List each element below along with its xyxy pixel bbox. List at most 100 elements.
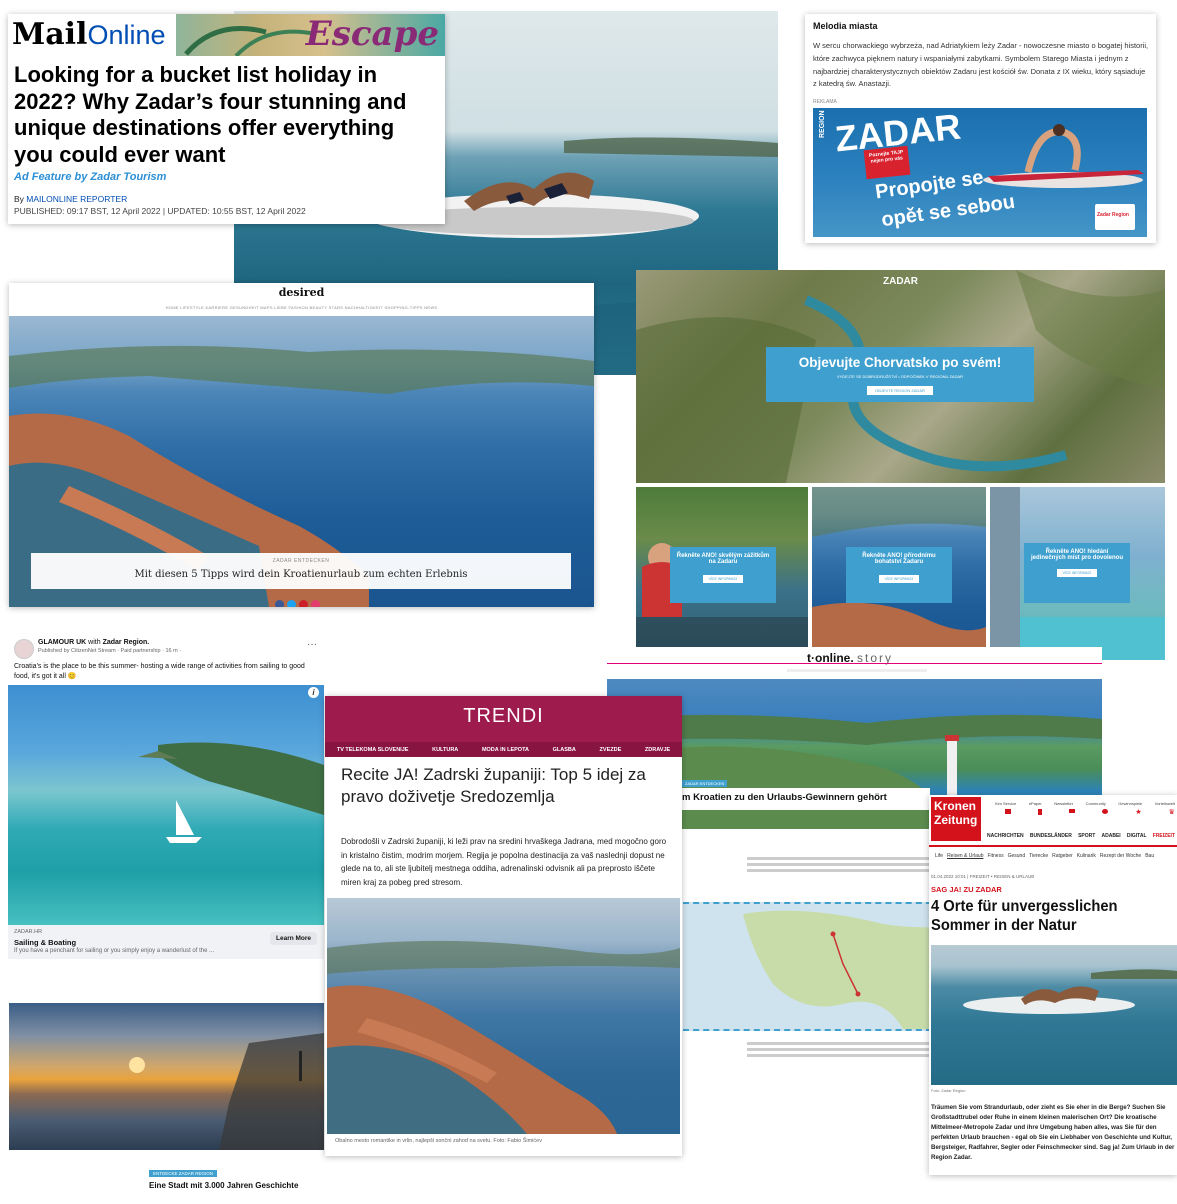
sunset-badge: ENTDECKE ZADAR REGION bbox=[149, 1170, 218, 1177]
card-2-button[interactable]: VÍCE INFORMACÍ bbox=[878, 575, 920, 583]
krone-link-service[interactable]: Kim Service bbox=[995, 801, 1016, 806]
online-logo-light: Online bbox=[87, 20, 166, 50]
trendi-nav-zvezde[interactable]: ZVEZDE bbox=[600, 747, 622, 753]
krone-nav-sport[interactable]: SPORT bbox=[1078, 833, 1095, 839]
chorv-card-pool[interactable]: Řekněte ANO! hledání jedinečných míst pr… bbox=[990, 487, 1165, 660]
krone-nav-freizeit[interactable]: FREIZEIT bbox=[1153, 833, 1175, 839]
krone-subnav: Life Reisen & Urlaub Fitness Gesund Tier… bbox=[935, 853, 1177, 859]
sunset-sea-photo bbox=[9, 1003, 324, 1150]
card-3-box: Řekněte ANO! hledání jedinečných míst pr… bbox=[1024, 543, 1130, 603]
escape-title: Escape bbox=[305, 14, 439, 54]
trendi-article: TRENDI TV TELEKOMA SLOVENIJE KULTURA MOD… bbox=[325, 696, 682, 1156]
krone-sub-reisen[interactable]: Reisen & Urlaub bbox=[947, 853, 983, 859]
glamour-text: Croatia's is the place to be this summer… bbox=[14, 663, 305, 680]
escape-banner[interactable]: Escape bbox=[176, 14, 445, 56]
krone-headline[interactable]: 4 Orte für unvergesslichen Sommer in der… bbox=[931, 897, 1152, 935]
card-2-title: Řekněte ANO! přírodnímu bohatství Zadaru bbox=[862, 553, 936, 565]
pinterest-icon[interactable] bbox=[299, 600, 308, 607]
desired-caption: Mit diesen 5 Tipps wird dein Kroatienurl… bbox=[134, 569, 468, 580]
zadar-peninsula-photo bbox=[327, 898, 680, 1134]
ad-feature-label[interactable]: Ad Feature by Zadar Tourism bbox=[14, 171, 166, 183]
krone-sub-tierecke[interactable]: Tierecke bbox=[1029, 853, 1048, 859]
email-share-icon[interactable] bbox=[311, 600, 320, 607]
krone-sub-life[interactable]: Life bbox=[935, 853, 943, 859]
trendi-nav-moda[interactable]: MODA IN LEPOTA bbox=[482, 747, 529, 753]
byline-by: By bbox=[14, 194, 27, 204]
trendi-nav-kultura[interactable]: KULTURA bbox=[432, 747, 458, 753]
krone-sub-rezept[interactable]: Rezept der Woche bbox=[1100, 853, 1141, 859]
byline-reporter-link[interactable]: MAILONLINE REPORTER bbox=[26, 194, 127, 204]
desired-nav[interactable]: HOME LIFESTYLE KARRIERE GESUNDHEIT MAPS … bbox=[9, 305, 594, 310]
trendi-logo[interactable]: TRENDI bbox=[325, 705, 682, 728]
glamour-page-name[interactable]: GLAMOUR UK bbox=[38, 639, 86, 646]
trendi-headline[interactable]: Recite JA! Zadrski županiji: Top 5 idej … bbox=[341, 764, 671, 808]
mail-icon[interactable] bbox=[1069, 809, 1076, 813]
twitter-icon[interactable] bbox=[287, 600, 296, 607]
ad-desc: If you have a penchant for sailing or yo… bbox=[14, 948, 215, 954]
learn-more-button[interactable]: Learn More bbox=[270, 932, 318, 945]
krone-logo[interactable]: Kronen Zeitung bbox=[931, 797, 981, 841]
krone-link-community[interactable]: Community bbox=[1086, 801, 1106, 806]
krone-link-gewinnspiele[interactable]: Gewinnspiele bbox=[1118, 801, 1142, 806]
mail-headline[interactable]: Looking for a bucket list holiday in 202… bbox=[14, 62, 434, 168]
krone-logo-line-2: Zeitung bbox=[934, 813, 978, 827]
tonline-nav-line[interactable] bbox=[787, 669, 927, 672]
glamour-page-line: GLAMOUR UK with Zadar Region. bbox=[38, 639, 149, 646]
krone-link-epaper[interactable]: ePaper bbox=[1029, 801, 1042, 806]
glamour-avatar[interactable] bbox=[14, 639, 34, 659]
info-icon[interactable]: i bbox=[308, 687, 319, 698]
tonline-headline: m Kroatien zu den Urlaubs-Gewinnern gehö… bbox=[682, 792, 887, 803]
published-date: PUBLISHED: 09:17 BST, 12 April 2022 | UP… bbox=[14, 206, 306, 216]
tonline-headline-box[interactable]: m Kroatien zu den Urlaubs-Gewinnern gehö… bbox=[680, 788, 930, 810]
krone-nav-rule bbox=[929, 845, 1177, 847]
krone-sub-ratgeber[interactable]: Ratgeber bbox=[1052, 853, 1073, 859]
glamour-partner-name[interactable]: Zadar Region. bbox=[103, 639, 150, 646]
sunset-caption[interactable]: Eine Stadt mit 3.000 Jahren Geschichte bbox=[149, 1181, 298, 1190]
chorv-hero-button[interactable]: OBJEVTE REGION ZADAR bbox=[867, 386, 933, 395]
krone-nav-bundeslaender[interactable]: BUNDESLÄNDER bbox=[1030, 833, 1072, 839]
desired-logo[interactable]: desired bbox=[9, 286, 594, 299]
krone-sub-kulinarik[interactable]: Kulinarik bbox=[1077, 853, 1096, 859]
krone-nav-digital[interactable]: DIGITAL bbox=[1127, 833, 1147, 839]
chorv-card-rafting[interactable]: Řekněte ANO! skvělým zážitkům na Zadaru … bbox=[636, 487, 808, 660]
desired-caption-box[interactable]: ZADAR ENTDECKEN Mit diesen 5 Tipps wird … bbox=[31, 553, 571, 589]
card-1-title: Řekněte ANO! skvělým zážitkům na Zadaru bbox=[676, 553, 770, 565]
sailboat-photo[interactable]: i bbox=[8, 685, 324, 925]
trendi-nav-zdravje[interactable]: ZDRAVJE bbox=[645, 747, 670, 753]
more-options-icon[interactable]: ··· bbox=[307, 639, 317, 650]
zadar-logo-white: ZADAR bbox=[883, 276, 918, 287]
krone-link-vorteilswelt[interactable]: Vorteilswelt bbox=[1155, 801, 1175, 806]
tablet-icon[interactable] bbox=[1038, 809, 1043, 815]
krone-nav-nachrichten[interactable]: NACHRICHTEN bbox=[987, 833, 1024, 839]
trendi-photo-caption: Obalno mesto romantike in vrlin, najlepš… bbox=[335, 1138, 542, 1144]
mailonline-logo[interactable]: MailOnline bbox=[12, 18, 166, 52]
krone-nav-adabei[interactable]: ADABEI bbox=[1102, 833, 1121, 839]
krone-link-newsletter[interactable]: Newsletter bbox=[1054, 801, 1073, 806]
card-2-box: Řekněte ANO! přírodnímu bohatství Zadaru… bbox=[846, 547, 952, 603]
chorv-card-nature[interactable]: Řekněte ANO! přírodnímu bohatství Zadaru… bbox=[812, 487, 986, 660]
mail-logo-bold: Mail bbox=[12, 17, 88, 52]
chat-icon[interactable] bbox=[1102, 809, 1109, 814]
reklama-label: REKLAMA bbox=[813, 99, 837, 105]
facebook-icon[interactable] bbox=[275, 600, 284, 607]
tv-icon[interactable] bbox=[1005, 809, 1011, 814]
krone-top-links: Kim Service ePaper Newsletter Community … bbox=[995, 801, 1175, 806]
trendi-nav-glasba[interactable]: GLASBA bbox=[553, 747, 576, 753]
krone-date: 01.04.2022 10:01 | FREIZEIT • REISEN & U… bbox=[931, 874, 1035, 879]
trendi-nav-tv[interactable]: TV TELEKOMA SLOVENIJE bbox=[337, 747, 409, 753]
krone-top-icons: ★ ♛ bbox=[1005, 809, 1175, 816]
byline: By MAILONLINE REPORTER bbox=[14, 194, 127, 204]
krone-sub-fitness[interactable]: Fitness bbox=[987, 853, 1003, 859]
star-icon[interactable]: ★ bbox=[1135, 809, 1141, 816]
krone-nav: NACHRICHTEN BUNDESLÄNDER SPORT ADABEI DI… bbox=[987, 833, 1175, 839]
card-3-button[interactable]: VÍCE INFORMACÍ bbox=[1056, 569, 1098, 577]
gift-icon[interactable]: ♛ bbox=[1169, 809, 1175, 816]
card-1-button[interactable]: VÍCE INFORMACÍ bbox=[702, 575, 744, 583]
krone-body: Träumen Sie vom Strandurlaub, oder zieht… bbox=[931, 1104, 1175, 1162]
propojte-ad-banner[interactable]: REGION ZADAR Poznejte TAJP nejen pro vás… bbox=[813, 108, 1147, 237]
krone-sub-gesund[interactable]: Gesund bbox=[1008, 853, 1026, 859]
krone-sub-bau[interactable]: Bau bbox=[1145, 853, 1154, 859]
ad-link-footer[interactable]: ZADAR.HR Sailing & Boating If you have a… bbox=[8, 925, 324, 959]
ad-partner-logo: Zadar Region bbox=[1095, 204, 1135, 230]
peninsula-illustration bbox=[327, 940, 680, 1134]
